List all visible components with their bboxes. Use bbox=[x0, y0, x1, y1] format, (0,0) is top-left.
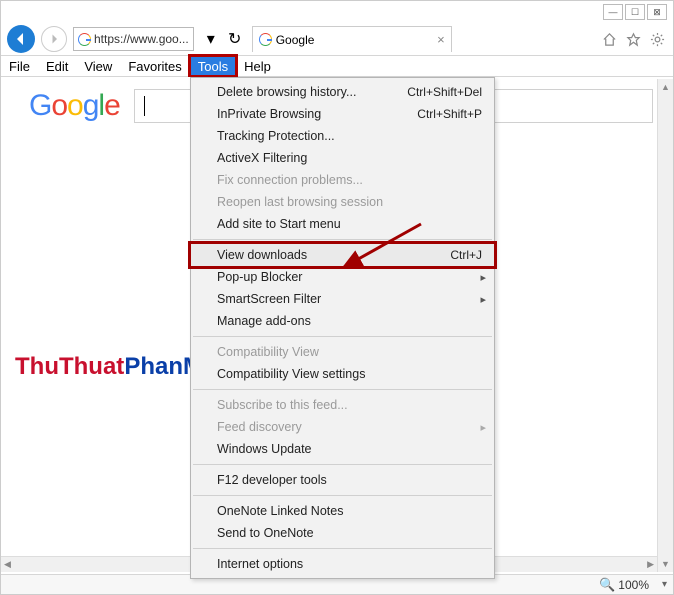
refresh-icon[interactable]: ↻ bbox=[224, 28, 246, 50]
menu-item-label: Internet options bbox=[217, 557, 303, 571]
menu-item-label: Delete browsing history... bbox=[217, 85, 356, 99]
menu-item-label: Tracking Protection... bbox=[217, 129, 335, 143]
menu-item-smartscreen-filter[interactable]: SmartScreen Filter bbox=[191, 288, 494, 310]
scroll-right-icon[interactable]: ▶ bbox=[647, 559, 654, 570]
menu-item-view-downloads[interactable]: View downloads Ctrl+J bbox=[191, 244, 494, 266]
menu-item-label: Compatibility View bbox=[217, 345, 319, 359]
menu-item-label: Reopen last browsing session bbox=[217, 195, 383, 209]
menu-item-label: ActiveX Filtering bbox=[217, 151, 307, 165]
menu-item-label: Fix connection problems... bbox=[217, 173, 363, 187]
menu-item-send-to-onenote[interactable]: Send to OneNote bbox=[191, 522, 494, 544]
menu-separator bbox=[193, 548, 492, 549]
vertical-scrollbar[interactable]: ▲ ▼ bbox=[657, 79, 673, 572]
menu-item-f12-developer-tools[interactable]: F12 developer tools bbox=[191, 469, 494, 491]
menu-item-label: OneNote Linked Notes bbox=[217, 504, 343, 518]
menu-item-feed-discovery: Feed discovery bbox=[191, 416, 494, 438]
settings-gear-icon[interactable] bbox=[647, 29, 667, 49]
scroll-down-icon[interactable]: ▼ bbox=[658, 556, 673, 572]
scroll-left-icon[interactable]: ◀ bbox=[4, 559, 11, 570]
menu-item-activex-filtering[interactable]: ActiveX Filtering bbox=[191, 147, 494, 169]
menu-item-add-site-to-start-menu[interactable]: Add site to Start menu bbox=[191, 213, 494, 235]
menu-separator bbox=[193, 239, 492, 240]
menu-item-label: Subscribe to this feed... bbox=[217, 398, 348, 412]
text-cursor bbox=[144, 96, 145, 116]
menu-item-manage-add-ons[interactable]: Manage add-ons bbox=[191, 310, 494, 332]
menu-item-reopen-last-browsing-session: Reopen last browsing session bbox=[191, 191, 494, 213]
menu-item-subscribe-to-this-feed: Subscribe to this feed... bbox=[191, 394, 494, 416]
tools-menu-dropdown: Delete browsing history... Ctrl+Shift+Del… bbox=[190, 77, 495, 579]
back-button[interactable] bbox=[7, 25, 35, 53]
menu-item-label: Send to OneNote bbox=[217, 526, 314, 540]
menu-item-shortcut: Ctrl+Shift+P bbox=[417, 107, 482, 121]
favorites-icon[interactable] bbox=[623, 29, 643, 49]
url-text: https://www.goo... bbox=[94, 32, 189, 46]
close-tab-icon[interactable]: × bbox=[437, 32, 445, 47]
menu-separator bbox=[193, 389, 492, 390]
zoom-level: 100% bbox=[618, 578, 649, 592]
menu-tools[interactable]: Tools bbox=[190, 56, 236, 76]
menu-item-label: InPrivate Browsing bbox=[217, 107, 321, 121]
tab-title: Google bbox=[276, 33, 433, 47]
scroll-up-icon[interactable]: ▲ bbox=[658, 79, 673, 95]
window-titlebar: — ☐ ⊠ bbox=[1, 1, 673, 23]
menu-item-delete-browsing-history[interactable]: Delete browsing history... Ctrl+Shift+Del bbox=[191, 81, 494, 103]
menu-item-label: View downloads bbox=[217, 248, 307, 262]
menu-separator bbox=[193, 336, 492, 337]
menu-item-compatibility-view: Compatibility View bbox=[191, 341, 494, 363]
menu-item-tracking-protection[interactable]: Tracking Protection... bbox=[191, 125, 494, 147]
address-bar[interactable]: https://www.goo... bbox=[73, 27, 194, 51]
menu-item-windows-update[interactable]: Windows Update bbox=[191, 438, 494, 460]
browser-tab[interactable]: Google × bbox=[252, 26, 452, 52]
menu-item-shortcut: Ctrl+Shift+Del bbox=[407, 85, 482, 99]
home-icon[interactable] bbox=[599, 29, 619, 49]
content-area: Google Delete browsing history... Ctrl+Sh… bbox=[1, 77, 673, 574]
menu-item-compatibility-view-settings[interactable]: Compatibility View settings bbox=[191, 363, 494, 385]
dropdown-icon[interactable]: ▾ bbox=[200, 28, 222, 50]
google-favicon-icon bbox=[259, 33, 272, 46]
forward-button[interactable] bbox=[41, 26, 67, 52]
menu-item-onenote-linked-notes[interactable]: OneNote Linked Notes bbox=[191, 500, 494, 522]
google-favicon-icon bbox=[78, 33, 91, 46]
menu-item-label: Compatibility View settings bbox=[217, 367, 365, 381]
menu-view[interactable]: View bbox=[76, 56, 120, 76]
menu-separator bbox=[193, 464, 492, 465]
menu-edit[interactable]: Edit bbox=[38, 56, 76, 76]
menu-item-internet-options[interactable]: Internet options bbox=[191, 553, 494, 575]
menu-item-pop-up-blocker[interactable]: Pop-up Blocker bbox=[191, 266, 494, 288]
menu-separator bbox=[193, 495, 492, 496]
menu-favorites[interactable]: Favorites bbox=[120, 56, 189, 76]
google-logo: Google bbox=[29, 89, 120, 123]
menu-item-label: Add site to Start menu bbox=[217, 217, 341, 231]
toolbar-right bbox=[599, 29, 667, 49]
menu-item-inprivate-browsing[interactable]: InPrivate Browsing Ctrl+Shift+P bbox=[191, 103, 494, 125]
zoom-chevron-icon[interactable]: ▾ bbox=[662, 579, 667, 590]
zoom-control[interactable]: 🔍 100% bbox=[599, 577, 649, 593]
menu-item-fix-connection-problems: Fix connection problems... bbox=[191, 169, 494, 191]
menu-item-label: Pop-up Blocker bbox=[217, 270, 302, 284]
minimize-button[interactable]: — bbox=[603, 4, 623, 20]
menu-item-label: Manage add-ons bbox=[217, 314, 311, 328]
menu-item-shortcut: Ctrl+J bbox=[450, 248, 482, 262]
menu-help[interactable]: Help bbox=[236, 56, 279, 76]
menu-item-label: SmartScreen Filter bbox=[217, 292, 321, 306]
menu-item-label: F12 developer tools bbox=[217, 473, 327, 487]
nav-icon-group: ▾ ↻ bbox=[200, 28, 246, 50]
menu-item-label: Feed discovery bbox=[217, 420, 302, 434]
magnifier-icon: 🔍 bbox=[599, 577, 615, 593]
menu-item-label: Windows Update bbox=[217, 442, 312, 456]
close-window-button[interactable]: ⊠ bbox=[647, 4, 667, 20]
menu-bar: FileEditViewFavoritesToolsHelp bbox=[1, 55, 673, 77]
menu-file[interactable]: File bbox=[1, 56, 38, 76]
maximize-button[interactable]: ☐ bbox=[625, 4, 645, 20]
navigation-bar: https://www.goo... ▾ ↻ Google × bbox=[1, 23, 673, 55]
